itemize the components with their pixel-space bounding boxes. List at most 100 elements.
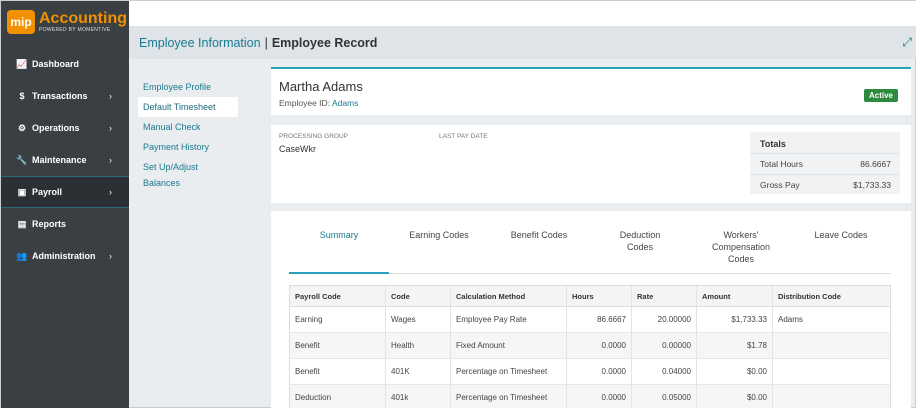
sidebar-item-administration[interactable]: 👥 Administration › [1, 241, 129, 271]
table-row[interactable]: Benefit Health Fixed Amount 0.0000 0.000… [289, 333, 891, 359]
cell-amount: $1,733.33 [697, 307, 773, 332]
cell-payroll-code: Benefit [290, 359, 386, 384]
column-header[interactable]: Rate [632, 286, 697, 306]
tab-earning-codes[interactable]: Earning Codes [389, 229, 489, 241]
sidebar-item-reports[interactable]: ▤ Reports [1, 209, 129, 239]
chevron-right-icon: › [109, 91, 112, 101]
cell-code: Health [386, 333, 451, 358]
summary-table: Payroll Code Code Calculation Method Hou… [289, 285, 891, 408]
status-badge: Active [863, 89, 898, 102]
file-icon: ▤ [17, 218, 27, 229]
processing-card: PROCESSING GROUP CaseWkr LAST PAY DATE T… [271, 125, 911, 203]
app-logo[interactable]: mip Accounting POWERED BY MOMENTIVE [7, 10, 127, 34]
cell-distribution-code [773, 359, 890, 384]
processing-group-value: CaseWkr [279, 144, 317, 154]
cell-hours: 0.0000 [567, 333, 632, 358]
users-icon: 👥 [16, 250, 28, 261]
total-hours-label: Total Hours [760, 159, 803, 169]
last-pay-date-label: LAST PAY DATE [439, 133, 488, 140]
chevron-right-icon: › [109, 187, 112, 197]
column-header[interactable]: Hours [567, 286, 632, 306]
cell-hours: 86.6667 [567, 307, 632, 332]
employee-id-row: Employee ID: Adams [279, 98, 358, 108]
column-header[interactable]: Amount [697, 286, 773, 306]
cell-rate: 0.05000 [632, 385, 697, 408]
table-row[interactable]: Earning Wages Employee Pay Rate 86.6667 … [289, 307, 891, 333]
logo-subtitle: POWERED BY MOMENTIVE [39, 26, 111, 33]
cell-code: 401K [386, 359, 451, 384]
cell-distribution-code: Adams [778, 315, 803, 324]
column-header[interactable]: Distribution Code [773, 286, 890, 306]
column-header[interactable]: Payroll Code [290, 286, 386, 306]
chart-icon: 📈 [16, 58, 28, 69]
tab-benefit-codes[interactable]: Benefit Codes [489, 229, 589, 241]
cell-payroll-code: Benefit [290, 333, 386, 358]
cell-distribution-code [773, 333, 890, 358]
sidebar-item-operations[interactable]: ⚙ Operations › [1, 113, 129, 143]
gross-pay-row: Gross Pay $1,733.33 [750, 174, 900, 194]
cell-rate: 0.04000 [632, 359, 697, 384]
employee-subnav: Employee Profile Default Timesheet Manua… [138, 77, 238, 188]
cell-hours: 0.0000 [567, 359, 632, 384]
cell-amount: $0.00 [697, 385, 773, 408]
table-header: Payroll Code Code Calculation Method Hou… [289, 285, 891, 307]
cell-code: Wages [386, 307, 451, 332]
sidebar-item-dashboard[interactable]: 📈 Dashboard [1, 49, 129, 79]
totals-panel: Totals Total Hours 86.6667 Gross Pay $1,… [750, 132, 900, 194]
subnav-payment-history[interactable]: Payment History [138, 137, 238, 157]
details-card: Summary Earning Codes Benefit Codes Dedu… [271, 211, 911, 408]
column-header[interactable]: Calculation Method [451, 286, 567, 306]
cell-amount: $1.78 [697, 333, 773, 358]
totals-title: Totals [760, 139, 786, 149]
gears-icon: ⚙ [17, 122, 27, 133]
cell-calc-method: Employee Pay Rate [451, 307, 567, 332]
employee-card: Martha Adams Employee ID: Adams Active [271, 67, 911, 115]
cell-calc-method: Percentage on Timesheet [451, 385, 567, 408]
sidebar-item-label: Reports [32, 219, 67, 229]
sidebar: mip Accounting POWERED BY MOMENTIVE 📈 Da… [1, 1, 129, 408]
logo-badge: mip [7, 10, 35, 34]
page-title: Employee Record [271, 35, 378, 50]
chevron-right-icon: › [109, 251, 112, 261]
employee-id-label: Employee ID: [279, 98, 331, 108]
wrench-icon: 🔧 [16, 154, 28, 165]
cell-code: 401k [386, 385, 451, 408]
table-row[interactable]: Benefit 401K Percentage on Timesheet 0.0… [289, 359, 891, 385]
cell-amount: $0.00 [697, 359, 773, 384]
money-icon: ▣ [17, 186, 27, 197]
sidebar-item-label: Payroll [32, 187, 63, 197]
sidebar-item-maintenance[interactable]: 🔧 Maintenance › [1, 145, 129, 175]
breadcrumb-separator: | [264, 35, 268, 50]
sidebar-item-label: Maintenance [32, 155, 87, 165]
active-tab-indicator [289, 272, 389, 274]
cell-payroll-code: Deduction [290, 385, 386, 408]
total-hours-value: 86.6667 [860, 159, 891, 169]
column-header[interactable]: Code [386, 286, 451, 306]
tab-summary[interactable]: Summary [289, 229, 389, 241]
tab-deduction-codes[interactable]: Deduction Codes [606, 229, 674, 253]
expand-icon[interactable]: ⤢ [902, 35, 912, 50]
tab-workers-comp-codes[interactable]: Workers' Compensation Codes [701, 229, 781, 265]
employee-name: Martha Adams [279, 79, 363, 94]
sidebar-item-label: Operations [32, 123, 80, 133]
tab-leave-codes[interactable]: Leave Codes [791, 229, 891, 241]
cell-rate: 20.00000 [632, 307, 697, 332]
chevron-right-icon: › [109, 123, 112, 133]
employee-id-value[interactable]: Adams [332, 98, 358, 108]
gross-pay-label: Gross Pay [760, 180, 800, 190]
sidebar-item-payroll[interactable]: ▣ Payroll › [1, 176, 129, 208]
subnav-manual-check[interactable]: Manual Check [138, 117, 238, 137]
cell-rate: 0.00000 [632, 333, 697, 358]
table-row[interactable]: Deduction 401k Percentage on Timesheet 0… [289, 385, 891, 408]
sidebar-item-label: Transactions [32, 91, 88, 101]
processing-group-label: PROCESSING GROUP [279, 133, 348, 140]
cell-calc-method: Percentage on Timesheet [451, 359, 567, 384]
subnav-employee-profile[interactable]: Employee Profile [138, 77, 238, 97]
cell-calc-method: Fixed Amount [451, 333, 567, 358]
breadcrumb-parent[interactable]: Employee Information [139, 36, 261, 50]
top-bar [129, 1, 916, 26]
subnav-adjust-balances[interactable]: Set Up/Adjust Balances [138, 157, 238, 188]
chevron-right-icon: › [109, 155, 112, 165]
subnav-default-timesheet[interactable]: Default Timesheet [138, 97, 238, 117]
sidebar-item-transactions[interactable]: $ Transactions › [1, 81, 129, 111]
